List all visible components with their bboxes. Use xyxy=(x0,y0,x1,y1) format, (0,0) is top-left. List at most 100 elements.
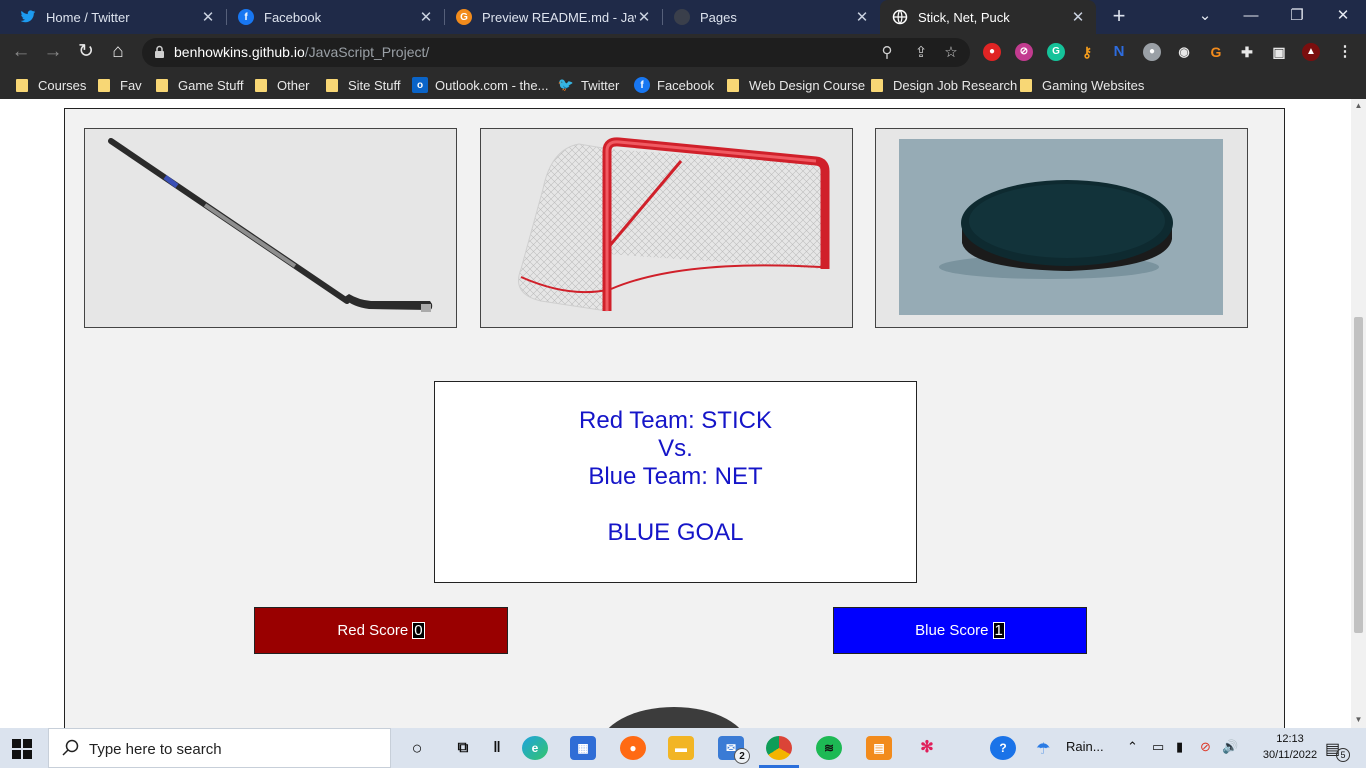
taskbar-search-box[interactable]: Type here to search xyxy=(48,728,391,768)
bookmark-folder-gaming-websites[interactable]: Gaming Websites xyxy=(1020,76,1144,94)
bookmark-outlook[interactable]: o Outlook.com - the... xyxy=(412,76,548,94)
bookmark-folder-fav[interactable]: Fav xyxy=(98,76,142,94)
red-score-display: Red Score 0 xyxy=(254,607,508,654)
show-hidden-icons[interactable]: ⌃ xyxy=(1127,739,1138,755)
extensions-puzzle-icon[interactable]: ✚ xyxy=(1238,43,1256,61)
reload-icon[interactable]: ↻ xyxy=(73,40,99,66)
bookmarks-bar: Courses Fav Game Stuff Other Site Stuff … xyxy=(0,71,1366,99)
key-extension-icon[interactable]: ⚷ xyxy=(1078,43,1096,61)
close-tab-icon[interactable]: ✕ xyxy=(854,8,870,26)
tab-facebook[interactable]: f Facebook ✕ xyxy=(226,0,444,34)
puck-choice-button[interactable] xyxy=(875,128,1248,328)
page-scrollbar[interactable]: ▲ ▼ xyxy=(1351,99,1366,728)
close-tab-icon[interactable]: ✕ xyxy=(200,8,216,26)
tab-stick-net-puck[interactable]: Stick, Net, Puck ✕ xyxy=(880,0,1096,34)
scroll-down-icon[interactable]: ▼ xyxy=(1354,715,1363,724)
outlook-icon: o xyxy=(412,77,428,93)
github-icon xyxy=(674,9,690,25)
tab-twitter[interactable]: Home / Twitter ✕ xyxy=(8,0,226,34)
task-view-icon[interactable]: ⧉ xyxy=(450,736,476,760)
help-icon[interactable]: ? xyxy=(990,736,1016,760)
twitter-icon: 🐦 xyxy=(557,77,575,92)
minimize-icon[interactable]: — xyxy=(1228,0,1274,34)
bookmark-label: Web Design Course xyxy=(749,77,866,93)
adblock-extension-icon[interactable]: ● xyxy=(983,43,1001,61)
tab-strip: Home / Twitter ✕ f Facebook ✕ G Preview … xyxy=(0,0,1366,34)
scroll-up-icon[interactable]: ▲ xyxy=(1354,101,1363,110)
menu-icon[interactable]: ⋮ xyxy=(1336,43,1354,61)
tab-title: Stick, Net, Puck xyxy=(918,9,1010,25)
bookmark-folder-courses[interactable]: Courses xyxy=(16,76,86,94)
hockey-net-icon xyxy=(518,137,830,312)
url-path: /JavaScript_Project/ xyxy=(304,44,430,60)
taskbar-clock[interactable]: 12:13 30/11/2022 xyxy=(1260,731,1320,763)
volume-icon[interactable]: 🔊 xyxy=(1222,739,1238,755)
tab-search-icon[interactable]: ⌄ xyxy=(1182,0,1228,34)
blue-team-choice: Blue Team: NET xyxy=(588,463,763,490)
globe-icon xyxy=(892,9,908,25)
close-tab-icon[interactable]: ✕ xyxy=(1070,8,1086,26)
bookmark-folder-design-job-research[interactable]: Design Job Research xyxy=(871,76,1017,94)
close-window-icon[interactable]: ✕ xyxy=(1320,0,1366,34)
restore-icon[interactable]: ❐ xyxy=(1274,0,1320,34)
blue-score-label: Blue Score xyxy=(915,622,989,639)
forward-icon[interactable]: → xyxy=(40,40,66,66)
cast-extension-icon[interactable]: ◉ xyxy=(1175,43,1193,61)
folder-icon xyxy=(1020,78,1032,92)
facebook-icon: f xyxy=(238,9,254,25)
block-extension-icon[interactable]: ⊘ xyxy=(1015,43,1033,61)
bookmark-folder-site-stuff[interactable]: Site Stuff xyxy=(326,76,401,94)
spotify-icon[interactable]: ≋ xyxy=(816,736,842,760)
bookmark-label: Twitter xyxy=(581,77,620,93)
grammarly-extension-icon[interactable]: G xyxy=(1047,43,1065,61)
game-panel: Red Team: STICK Vs. Blue Team: NET BLUE … xyxy=(64,108,1285,728)
edge-icon[interactable]: e xyxy=(522,736,548,760)
address-bar[interactable]: benhowkins.github.io/JavaScript_Project/… xyxy=(142,38,970,67)
file-explorer-icon[interactable]: ▬ xyxy=(668,736,694,760)
bookmark-folder-other[interactable]: Other xyxy=(255,76,310,94)
dark-circle-button[interactable] xyxy=(600,707,748,728)
folder-icon xyxy=(255,78,267,92)
new-tab-icon[interactable]: + xyxy=(1105,4,1133,30)
result-display: Red Team: STICK Vs. Blue Team: NET BLUE … xyxy=(434,381,917,583)
blue-score-display: Blue Score 1 xyxy=(833,607,1087,654)
weather-text[interactable]: Rain... xyxy=(1066,739,1104,754)
share-icon[interactable]: ⇪ xyxy=(910,42,932,64)
cortana-icon[interactable]: ○ xyxy=(404,736,430,760)
tab-title: Home / Twitter xyxy=(46,9,130,25)
battery-icon[interactable]: ▮ xyxy=(1176,739,1183,755)
g-extension-icon[interactable]: G xyxy=(1207,43,1225,61)
bookmark-label: Outlook.com - the... xyxy=(435,77,549,93)
bookmark-twitter[interactable]: 🐦 Twitter xyxy=(558,76,619,94)
profile-avatar[interactable]: ▲ xyxy=(1302,43,1320,61)
tab-pages[interactable]: Pages ✕ xyxy=(662,0,880,34)
bookmark-star-icon[interactable]: ☆ xyxy=(940,42,962,64)
tab-readme-preview[interactable]: G Preview README.md - JavaScript_Project… xyxy=(444,0,662,34)
bookmark-folder-web-design-course[interactable]: Web Design Course xyxy=(727,76,865,94)
close-tab-icon[interactable]: ✕ xyxy=(418,8,434,26)
store-icon[interactable]: ▦ xyxy=(570,736,596,760)
meet-now-icon[interactable]: ▭ xyxy=(1152,739,1164,755)
sidepanel-icon[interactable]: ▣ xyxy=(1270,43,1288,61)
bookmark-facebook[interactable]: f Facebook xyxy=(634,76,714,94)
folder-icon xyxy=(156,78,168,92)
slack-icon[interactable]: ✻ xyxy=(914,736,940,760)
home-icon[interactable]: ⌂ xyxy=(105,40,131,66)
n-extension-icon[interactable]: N xyxy=(1110,43,1128,61)
grey-extension-icon[interactable]: ● xyxy=(1143,43,1161,61)
windows-start-icon[interactable] xyxy=(12,739,32,759)
bookmark-folder-game-stuff[interactable]: Game Stuff xyxy=(156,76,244,94)
tab-title: Pages xyxy=(700,9,737,25)
notes-app-icon[interactable]: ▤ xyxy=(866,736,892,760)
firefox-icon[interactable]: ● xyxy=(620,736,646,760)
back-icon[interactable]: ← xyxy=(8,40,34,66)
net-choice-button[interactable] xyxy=(480,128,853,328)
scrollbar-thumb[interactable] xyxy=(1354,317,1363,633)
stick-choice-button[interactable] xyxy=(84,128,457,328)
twitter-icon xyxy=(20,9,36,25)
zoom-icon[interactable]: ⚲ xyxy=(876,42,898,64)
chrome-icon[interactable] xyxy=(766,736,792,760)
close-tab-icon[interactable]: ✕ xyxy=(636,8,652,26)
bookmark-label: Design Job Research xyxy=(893,77,1018,93)
network-icon[interactable]: ⊘ xyxy=(1200,739,1211,755)
